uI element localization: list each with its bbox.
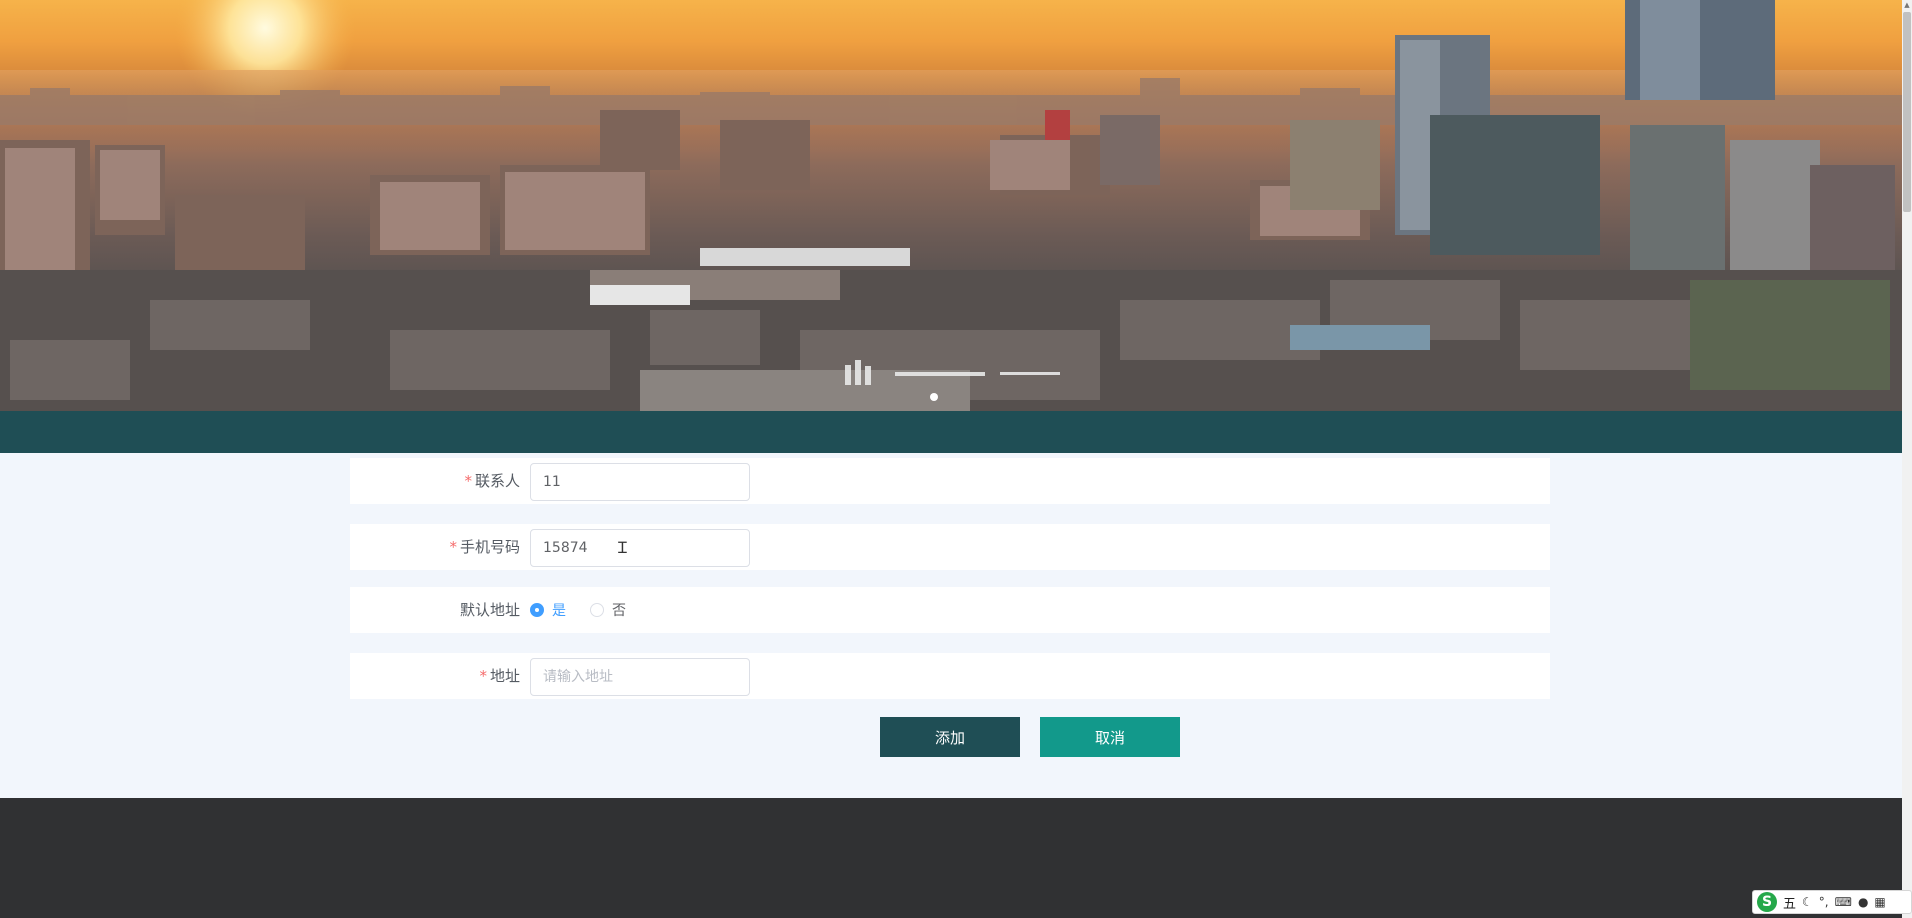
- radio-no-label[interactable]: 否: [612, 600, 626, 620]
- vertical-scrollbar[interactable]: ▲: [1902, 0, 1912, 918]
- radio-yes[interactable]: 是: [530, 600, 566, 620]
- default-address-label-text: 默认地址: [459, 601, 520, 619]
- section-title-bar: [0, 411, 1902, 453]
- scrollbar-thumb[interactable]: [1903, 12, 1911, 212]
- punctuation-icon[interactable]: °,: [1819, 895, 1829, 909]
- default-address-label: 默认地址: [350, 587, 530, 633]
- radio-no-circle[interactable]: [590, 603, 604, 617]
- contact-input[interactable]: [530, 463, 750, 501]
- city-skyline-image: [0, 0, 1902, 411]
- required-mark: *: [449, 538, 457, 556]
- cancel-button[interactable]: 取消: [1040, 717, 1180, 757]
- radio-yes-label[interactable]: 是: [552, 600, 566, 620]
- default-address-radio-group: 是 否: [530, 587, 650, 633]
- radio-no[interactable]: 否: [590, 600, 626, 620]
- add-button[interactable]: 添加: [880, 717, 1020, 757]
- ime-toolbar[interactable]: S 五 ☾ °, ⌨ ● ▦: [1752, 890, 1912, 914]
- phone-label-text: 手机号码: [459, 538, 520, 556]
- address-input[interactable]: [530, 658, 750, 696]
- user-icon[interactable]: ●: [1858, 895, 1868, 909]
- form-row-address: * 地址: [350, 653, 1550, 699]
- hero-banner: [0, 0, 1902, 411]
- scroll-up-arrow-icon[interactable]: ▲: [1903, 0, 1911, 10]
- contact-label-text: 联系人: [474, 472, 520, 490]
- grid-icon[interactable]: ▦: [1874, 895, 1885, 909]
- text-cursor-icon: Ɪ: [618, 538, 627, 557]
- contact-label: * 联系人: [350, 458, 530, 504]
- form-row-contact: * 联系人: [350, 458, 1550, 504]
- radio-yes-circle[interactable]: [530, 603, 544, 617]
- phone-label: * 手机号码: [350, 524, 530, 570]
- carousel-indicator-dot[interactable]: [930, 393, 938, 401]
- moon-icon[interactable]: ☾: [1802, 895, 1813, 909]
- required-mark: *: [464, 472, 472, 490]
- address-label-text: 地址: [489, 667, 520, 685]
- page-footer: [0, 798, 1902, 918]
- form-row-default-address: 默认地址 是 否: [350, 587, 1550, 633]
- required-mark: *: [479, 667, 487, 685]
- phone-input[interactable]: [530, 529, 750, 567]
- address-label: * 地址: [350, 653, 530, 699]
- ime-logo-icon[interactable]: S: [1757, 892, 1777, 912]
- ime-mode-label[interactable]: 五: [1783, 893, 1796, 912]
- form-row-phone: *手机号码 Ɪ: [350, 524, 1550, 570]
- keyboard-icon[interactable]: ⌨: [1835, 895, 1852, 909]
- page: *联系人 *手机号码 Ɪ 默认地址 是 否 *地址: [0, 0, 1912, 918]
